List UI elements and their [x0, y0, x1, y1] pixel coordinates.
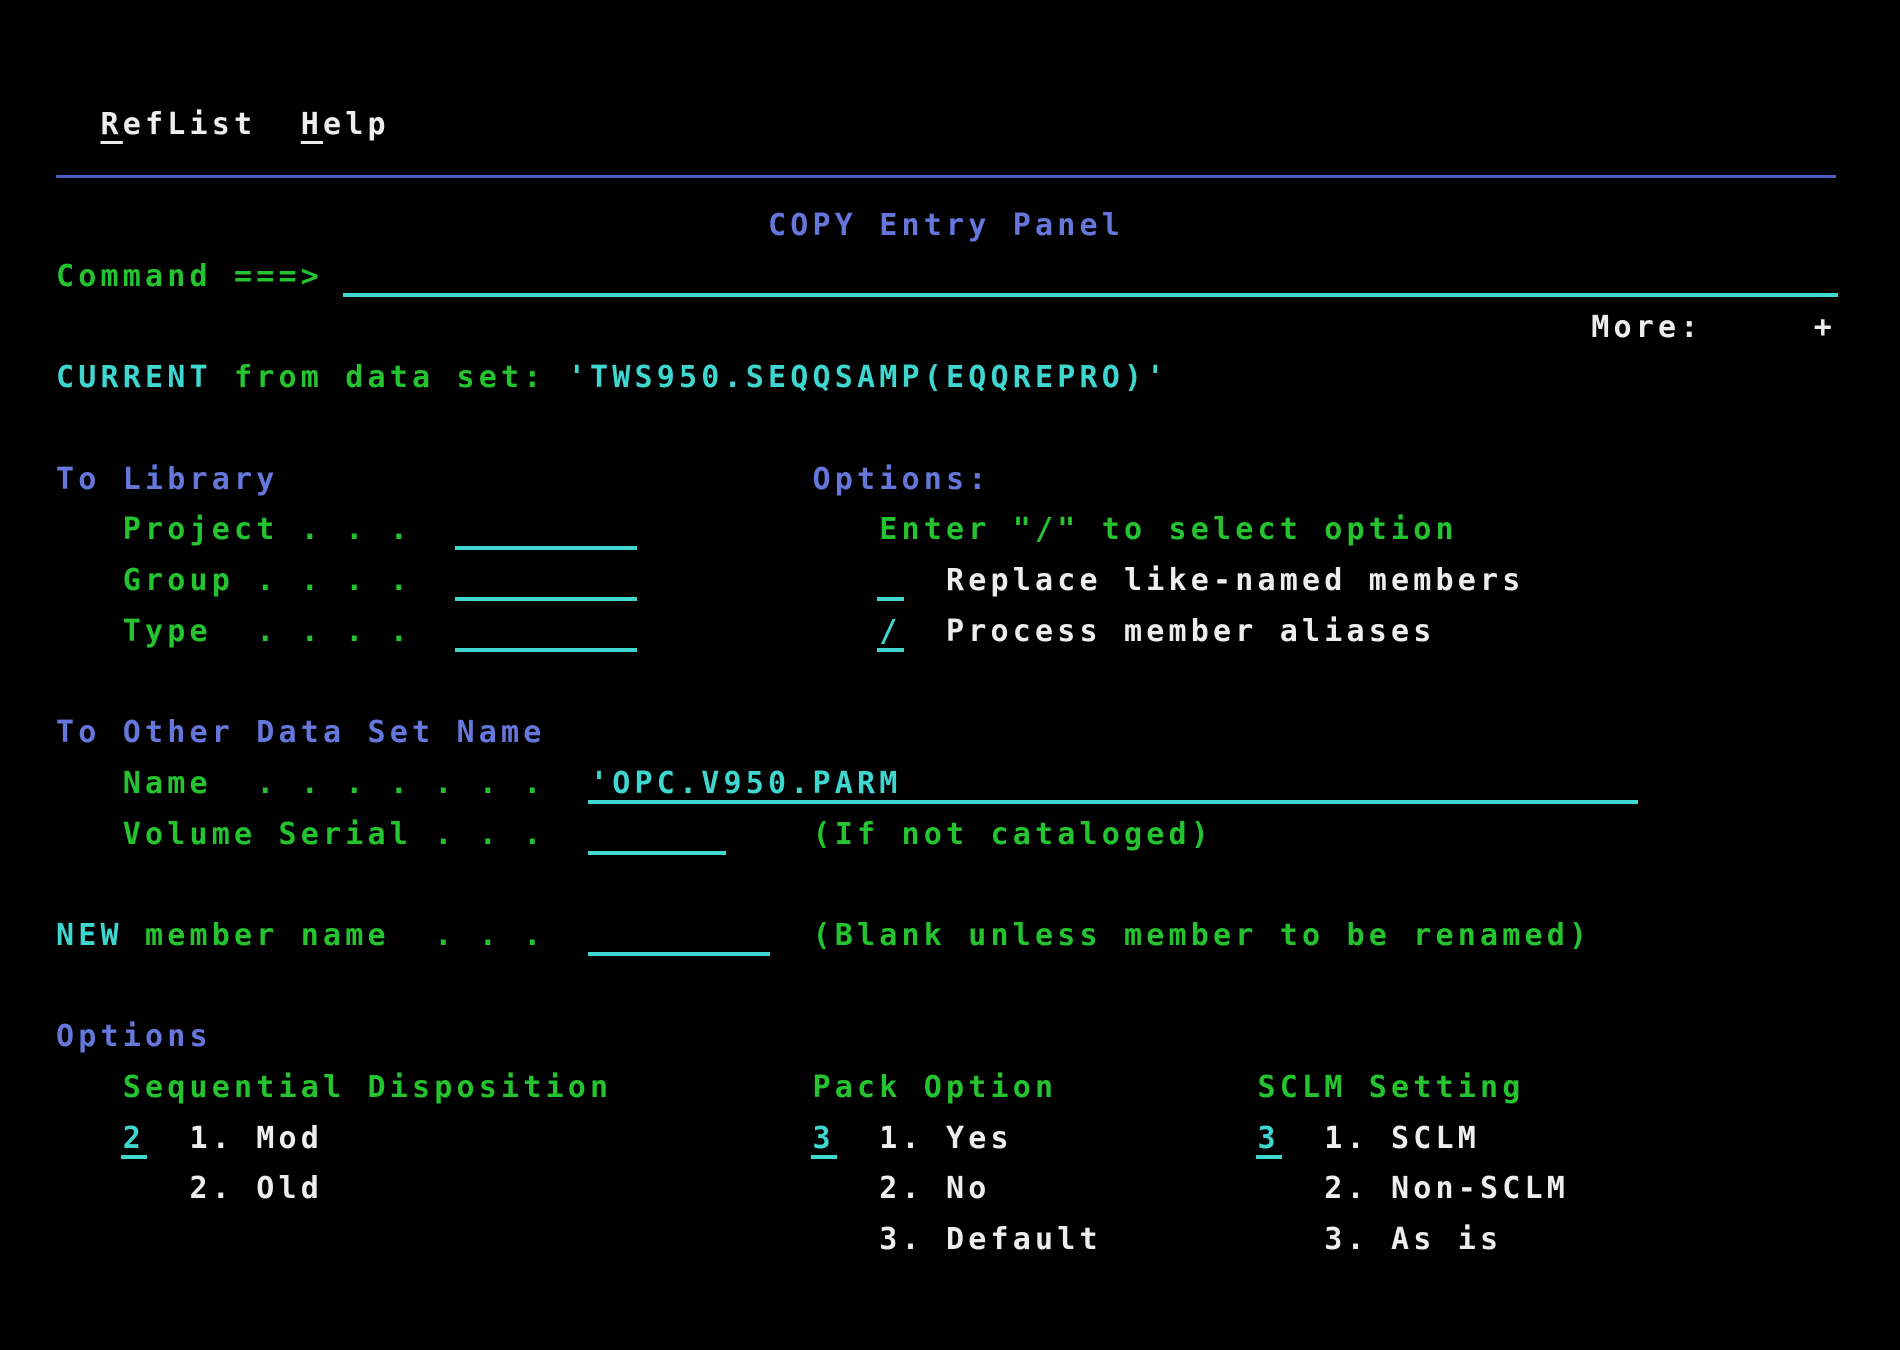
- dataset-name-input-value: 'OPC.V950.PARM: [590, 765, 902, 801]
- to-other-dataset-heading: To Other Data Set Name: [56, 715, 546, 751]
- from-dataset-label: from data set:: [234, 360, 546, 396]
- rename-note: (Blank unless member to be renamed): [812, 917, 1592, 953]
- pack-choice-1: 1. Yes: [879, 1120, 1013, 1156]
- terminal-screen: RefList Help COPY Entry Panel Command ===> M…: [0, 0, 1900, 1350]
- sequential-disposition-input-value: 2: [122, 1120, 146, 1156]
- replace-option-label: Replace like-named members: [946, 563, 1525, 598]
- pack-option-input-value: 3: [812, 1120, 835, 1156]
- if-not-cataloged-note: (If not cataloged): [812, 816, 1214, 852]
- sclm-setting-label: SCLM Setting: [1257, 1070, 1525, 1105]
- sequential-disposition-label: Sequential Disposition: [122, 1070, 613, 1105]
- seq-disp-choice-1: 1. Mod: [189, 1120, 324, 1156]
- menu-reflist[interactable]: RefList: [101, 101, 257, 148]
- sequential-disposition-input[interactable]: 2: [120, 1115, 147, 1159]
- command-input[interactable]: [343, 253, 1838, 297]
- menu-help[interactable]: Help: [301, 101, 390, 148]
- menu-reflist-mnemonic: R: [100, 106, 123, 142]
- aliases-option-label: Process member aliases: [946, 613, 1436, 649]
- menu-help-mnemonic: H: [300, 106, 324, 142]
- sclm-choice-3: 3. As is: [1324, 1222, 1503, 1258]
- sclm-setting-input-value: 3: [1257, 1120, 1280, 1156]
- more-plus[interactable]: +: [1814, 304, 1836, 351]
- pack-choice-2: 2. No: [879, 1171, 991, 1207]
- panel-title: COPY Entry Panel: [768, 208, 1125, 244]
- process-aliases-input[interactable]: /: [877, 608, 904, 652]
- more-indicator: More:: [1591, 309, 1703, 345]
- menu-reflist-text: efList: [122, 106, 257, 142]
- pack-option-label: Pack Option: [812, 1070, 1058, 1105]
- pack-option-input[interactable]: 3: [810, 1115, 837, 1159]
- new-member-name-input[interactable]: [588, 912, 770, 956]
- member-name-label: member name . . .: [145, 917, 546, 953]
- options-section-heading: Options: [56, 1019, 212, 1055]
- volume-serial-input[interactable]: [588, 811, 726, 855]
- volume-serial-label: Volume Serial . . .: [122, 816, 546, 852]
- to-library-heading: To Library: [56, 461, 279, 497]
- group-input[interactable]: [454, 557, 637, 601]
- name-label: Name . . . . . . .: [122, 765, 546, 801]
- sclm-choice-2: 2. Non-SCLM: [1324, 1171, 1570, 1207]
- type-input[interactable]: [454, 608, 637, 652]
- type-label: Type . . . .: [122, 613, 413, 649]
- sclm-setting-input[interactable]: 3: [1255, 1115, 1282, 1159]
- dataset-name-input[interactable]: 'OPC.V950.PARM: [588, 760, 1638, 804]
- project-input[interactable]: [454, 506, 637, 551]
- project-label: Project . . .: [122, 512, 413, 548]
- pack-choice-3: 3. Default: [879, 1222, 1102, 1258]
- seq-disp-choice-2: 2. Old: [189, 1171, 324, 1207]
- current-label: CURRENT: [56, 360, 212, 396]
- select-option-hint: Enter "/" to select option: [879, 512, 1458, 548]
- command-label: Command ===>: [56, 258, 324, 294]
- current-dataset-value: 'TWS950.SEQQSAMP(EQQREPRO)': [567, 360, 1169, 396]
- replace-members-input[interactable]: [877, 557, 904, 601]
- menu-help-text: elp: [323, 106, 390, 142]
- menu-divider: [56, 175, 1836, 178]
- process-aliases-input-value: /: [879, 613, 902, 649]
- options-heading: Options:: [812, 461, 991, 497]
- sclm-choice-1: 1. SCLM: [1324, 1120, 1481, 1156]
- new-label: NEW: [56, 917, 123, 953]
- group-label: Group . . . .: [122, 563, 413, 598]
